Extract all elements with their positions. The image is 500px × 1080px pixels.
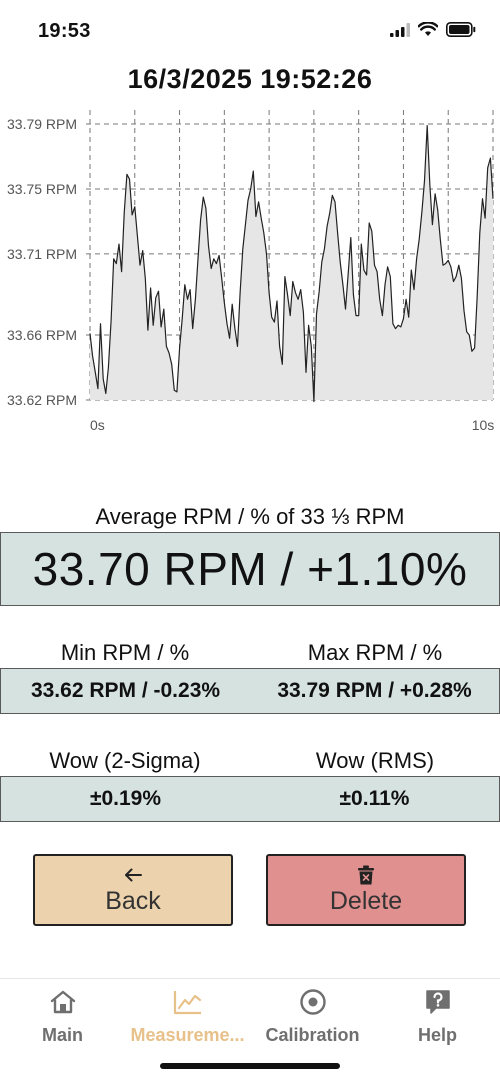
min-max-value-box: 33.62 RPM / -0.23% 33.79 RPM / +0.28%	[0, 668, 500, 714]
wow-rms-value: ±0.11%	[339, 787, 410, 810]
wow-sigma-value: ±0.19%	[89, 787, 162, 810]
wifi-icon	[418, 22, 438, 36]
home-indicator	[160, 1063, 340, 1069]
tab-calibration[interactable]: Calibration	[250, 979, 375, 1050]
status-time: 19:53	[38, 20, 91, 42]
wow-rms-label: Wow (RMS)	[315, 748, 435, 773]
help-icon	[425, 990, 450, 1014]
average-value: 33.70 RPM / +1.10%	[32, 543, 468, 595]
y-axis-ticks: 33.79 RPM 33.75 RPM 33.71 RPM 33.66 RPM 33.6…	[7, 116, 77, 408]
tab-help[interactable]: Help	[375, 979, 500, 1050]
y-tick-label: 33.75 RPM	[7, 181, 77, 197]
min-label: Min RPM / %	[60, 640, 190, 665]
average-value-box: 33.70 RPM / +1.10%	[0, 532, 500, 606]
delete-button-label: Delete	[329, 886, 403, 915]
max-label: Max RPM / %	[307, 640, 443, 665]
trash-icon	[358, 865, 374, 884]
back-button-label: Back	[105, 886, 161, 915]
battery-icon	[446, 22, 476, 37]
min-value: 33.62 RPM / -0.23%	[30, 679, 221, 702]
tab-bar: Main Measureme... Calibration Help	[0, 978, 500, 1050]
recording-timestamp: 16/3/2025 19:52:26	[127, 64, 373, 94]
target-icon	[299, 989, 326, 1015]
arrow-left-icon	[125, 868, 142, 881]
tab-main-label: Main	[41, 1025, 83, 1045]
rpm-chart-svg: 33.79 RPM 33.75 RPM 33.71 RPM 33.66 RPM 33.6…	[7, 110, 494, 433]
delete-button[interactable]: Delete	[266, 854, 466, 926]
x-tick-label: 10s	[472, 417, 495, 433]
status-icons	[390, 22, 476, 37]
y-tick-label: 33.66 RPM	[7, 327, 77, 343]
chart-line-icon	[173, 991, 201, 1015]
rpm-chart: 33.79 RPM 33.75 RPM 33.71 RPM 33.66 RPM 33.6…	[0, 110, 500, 440]
signal-icon	[390, 22, 410, 37]
y-tick-label: 33.79 RPM	[7, 116, 77, 132]
tab-calibration-label: Calibration	[265, 1025, 360, 1045]
min-max-labels: Min RPM / % Max RPM / %	[0, 640, 500, 666]
y-tick-label: 33.62 RPM	[7, 392, 77, 408]
tab-main[interactable]: Main	[0, 979, 125, 1050]
wow-sigma-label: Wow (2-Sigma)	[49, 748, 201, 773]
x-axis-ticks: 0s 10s	[90, 417, 494, 433]
average-label: Average RPM / % of 33 ⅓ RPM	[95, 504, 405, 529]
tab-measurements-label: Measureme...	[130, 1025, 245, 1045]
x-tick-label: 0s	[90, 417, 105, 433]
max-value: 33.79 RPM / +0.28%	[277, 679, 472, 702]
back-button[interactable]: Back	[33, 854, 233, 926]
tab-help-label: Help	[417, 1025, 457, 1045]
wow-value-box: ±0.19% ±0.11%	[0, 776, 500, 822]
rpm-area-fill	[90, 125, 493, 402]
tab-measurements[interactable]: Measureme...	[125, 979, 250, 1050]
y-tick-label: 33.71 RPM	[7, 246, 77, 262]
home-icon	[50, 990, 75, 1014]
wow-labels: Wow (2-Sigma) Wow (RMS)	[0, 748, 500, 774]
status-bar: 19:53	[0, 0, 500, 60]
